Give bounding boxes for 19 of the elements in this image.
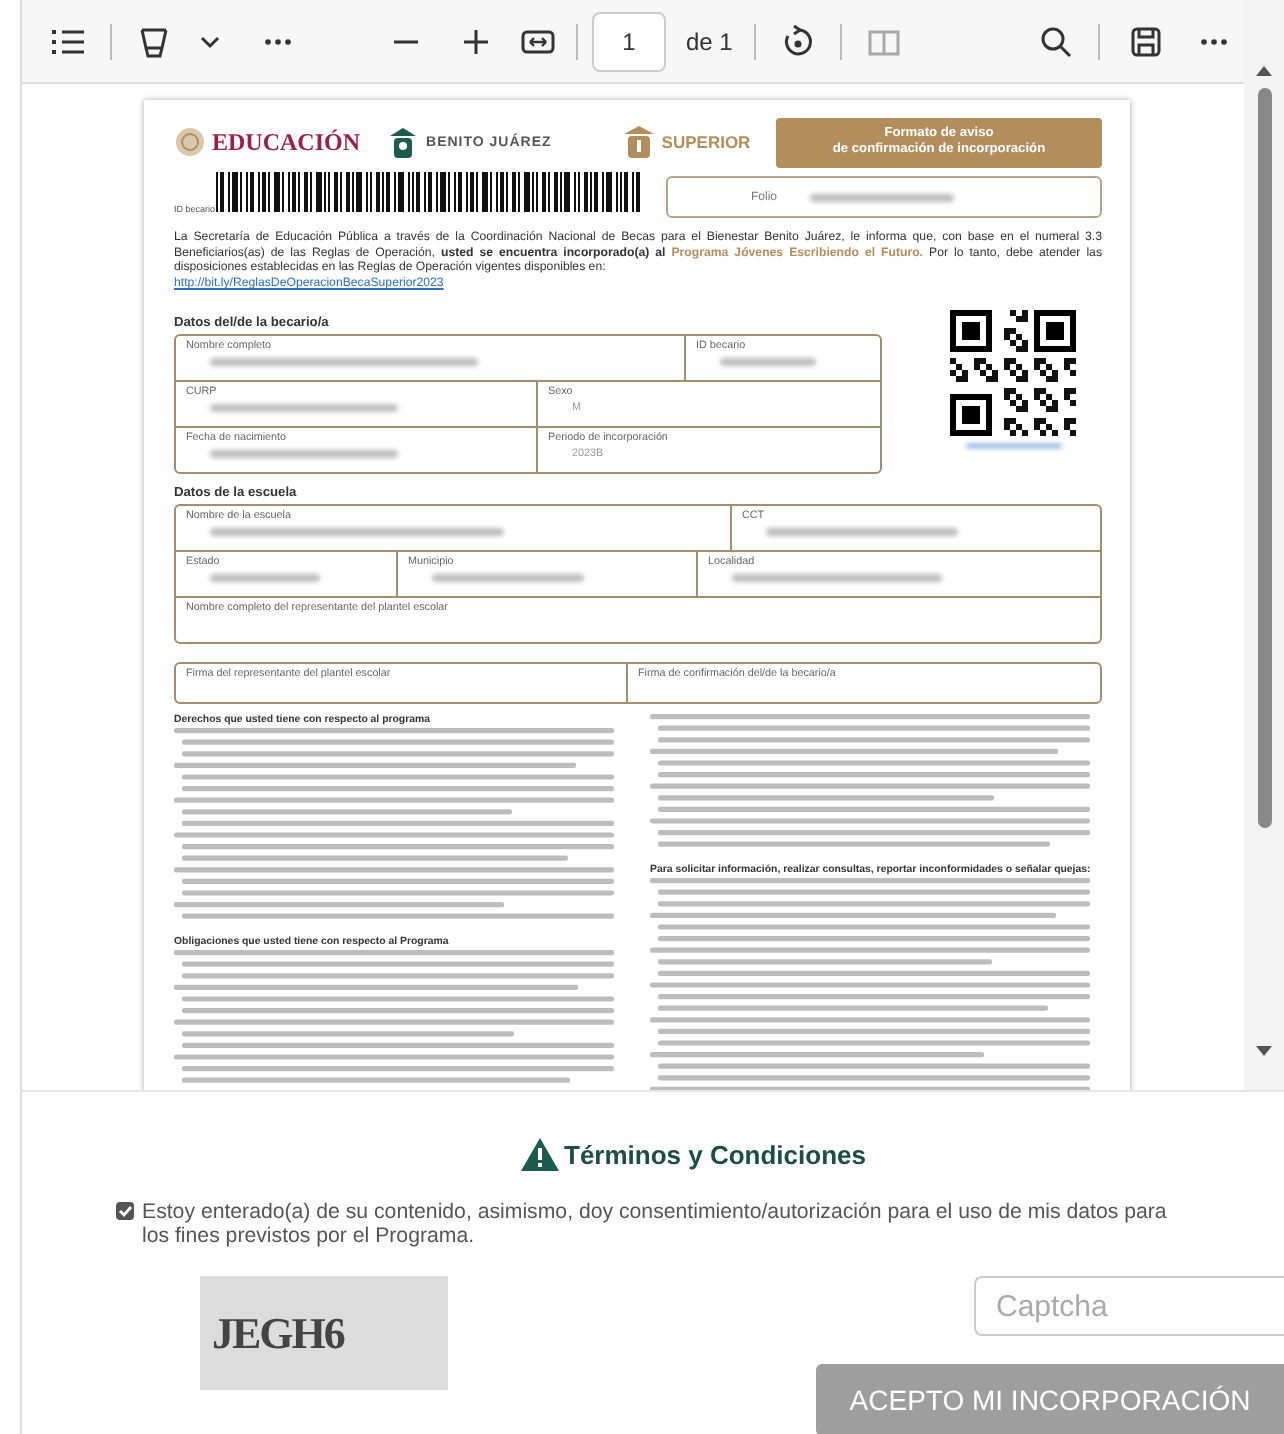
checkbox[interactable] <box>116 1202 134 1220</box>
terms-heading: Términos y Condiciones <box>564 1139 866 1169</box>
warning-icon <box>520 1136 560 1172</box>
school-emblem-icon <box>390 125 417 159</box>
consent-text: Estoy enterado(a) de su contenido, asimismo, doy consentimiento/autorización para el uso de mis datos para los fines previstos por el Programa. <box>142 1200 1169 1248</box>
rotate-icon[interactable] <box>780 23 817 59</box>
highlighter-icon[interactable] <box>136 23 172 59</box>
graduation-emblem-icon <box>623 124 654 160</box>
captcha-field[interactable]: Captcha <box>974 1276 1284 1336</box>
save-icon[interactable] <box>1128 23 1165 59</box>
page-number-field[interactable]: 1 <box>592 11 666 71</box>
education-logo-text: EDUCACIÓN <box>212 127 361 157</box>
page-total: de 1 <box>686 27 733 55</box>
qr-code-icon <box>950 309 1076 436</box>
seal-icon <box>174 126 206 158</box>
scholarship-logo-text: SUPERIOR <box>661 132 751 152</box>
search-icon[interactable] <box>1038 23 1075 59</box>
captcha-image: JEGH6 <box>200 1276 448 1390</box>
scrollbar-thumb[interactable] <box>1257 88 1271 828</box>
